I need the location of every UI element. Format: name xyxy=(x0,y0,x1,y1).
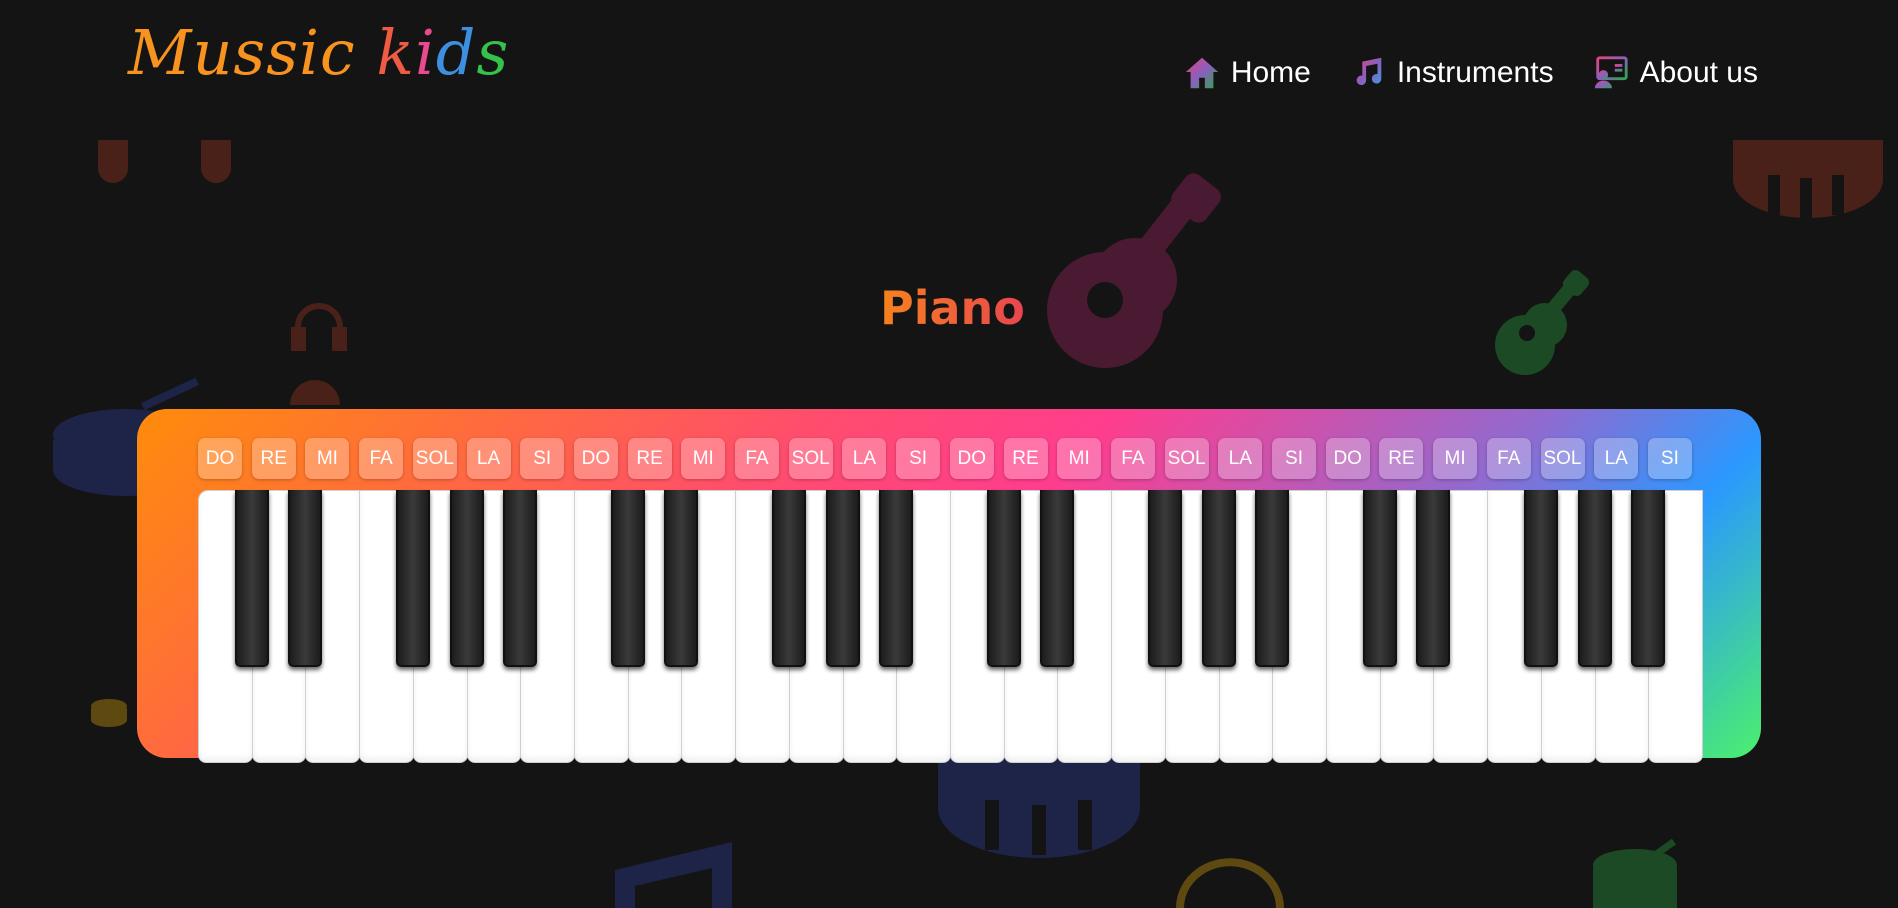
black-key[interactable] xyxy=(986,490,1021,667)
logo-letter: i xyxy=(299,16,320,89)
note-label-re[interactable]: RE xyxy=(627,438,672,479)
note-label-si[interactable]: SI xyxy=(1272,438,1316,479)
black-key[interactable] xyxy=(449,490,484,667)
nav-instruments[interactable]: Instruments xyxy=(1349,54,1554,92)
note-label-la[interactable]: LA xyxy=(466,438,511,479)
note-label-sol[interactable]: SOL xyxy=(412,438,457,479)
logo-letter: i xyxy=(414,16,436,89)
note-label-do[interactable]: DO xyxy=(198,438,242,479)
logo-letter: M xyxy=(128,16,193,89)
black-key[interactable] xyxy=(1362,490,1397,667)
note-icon xyxy=(615,842,732,908)
note-label-do[interactable]: DO xyxy=(1325,438,1370,479)
note-label-fa[interactable]: FA xyxy=(359,438,404,479)
black-key[interactable] xyxy=(879,490,914,667)
black-key[interactable] xyxy=(234,490,269,667)
note-label-mi[interactable]: MI xyxy=(681,438,726,479)
about-us-icon xyxy=(1594,56,1628,89)
black-key[interactable] xyxy=(1631,490,1666,667)
drum-icon xyxy=(98,140,231,183)
note-label-mi[interactable]: MI xyxy=(305,438,350,479)
note-label-sol[interactable]: SOL xyxy=(788,438,833,479)
logo-letter xyxy=(356,22,377,84)
note-label-la[interactable]: LA xyxy=(842,438,887,479)
drum-icon xyxy=(938,758,1140,858)
nav-about-us-label: About us xyxy=(1639,56,1758,89)
headphones-icon xyxy=(291,303,347,351)
page-title: Piano xyxy=(880,281,1025,335)
black-key[interactable] xyxy=(664,490,699,667)
note-label-la[interactable]: LA xyxy=(1218,438,1263,479)
logo-letter: u xyxy=(192,16,234,89)
note-label-do[interactable]: DO xyxy=(949,438,994,479)
guitar-icon xyxy=(1495,269,1590,375)
black-key[interactable] xyxy=(1147,490,1182,667)
black-key[interactable] xyxy=(771,490,806,667)
black-key[interactable] xyxy=(1416,490,1451,667)
drum-icon xyxy=(1733,140,1883,218)
note-label-la[interactable]: LA xyxy=(1594,438,1639,479)
black-key[interactable] xyxy=(1040,490,1075,667)
logo-letter: s xyxy=(476,16,510,89)
note-label-mi[interactable]: MI xyxy=(1433,438,1478,479)
logo-letter: s xyxy=(266,16,300,89)
logo-letter: k xyxy=(376,16,415,89)
black-key[interactable] xyxy=(395,490,430,667)
site-header: Mussic kids Home Instruments About us xyxy=(0,0,1898,110)
black-key[interactable] xyxy=(1523,490,1558,667)
logo-letter: c xyxy=(319,16,356,89)
black-key[interactable] xyxy=(1577,490,1612,667)
nav-about-us[interactable]: About us xyxy=(1592,54,1758,92)
note-label-re[interactable]: RE xyxy=(251,438,296,479)
black-key[interactable] xyxy=(1201,490,1236,667)
drum-icon xyxy=(290,380,340,405)
note-label-re[interactable]: RE xyxy=(1379,438,1424,479)
drum-icon xyxy=(91,699,127,727)
note-label-si[interactable]: SI xyxy=(1647,438,1692,479)
logo-letter: d xyxy=(435,16,477,89)
black-key[interactable] xyxy=(1255,490,1290,667)
drum-icon xyxy=(1176,858,1284,908)
note-label-si[interactable]: SI xyxy=(896,438,941,479)
black-key[interactable] xyxy=(503,490,538,667)
guitar-icon xyxy=(1047,173,1221,368)
drum-icon xyxy=(1593,838,1677,908)
home-icon xyxy=(1185,57,1218,89)
logo[interactable]: Mussic kids xyxy=(128,22,509,84)
main-nav: Home Instruments About us xyxy=(1183,54,1758,92)
note-label-fa[interactable]: FA xyxy=(1110,438,1155,479)
nav-home-label: Home xyxy=(1230,56,1311,89)
black-key[interactable] xyxy=(610,490,645,667)
piano-keyboard xyxy=(198,490,1703,763)
note-label-mi[interactable]: MI xyxy=(1057,438,1102,479)
music-note-icon xyxy=(1356,57,1382,86)
note-label-fa[interactable]: FA xyxy=(735,438,779,479)
nav-home[interactable]: Home xyxy=(1183,54,1311,92)
logo-letter: s xyxy=(233,16,267,89)
black-key[interactable] xyxy=(825,490,860,667)
note-label-do[interactable]: DO xyxy=(573,438,618,479)
note-label-sol[interactable]: SOL xyxy=(1540,438,1585,479)
note-label-si[interactable]: SI xyxy=(520,438,565,479)
black-key[interactable] xyxy=(288,490,323,667)
nav-instruments-label: Instruments xyxy=(1396,56,1554,89)
note-label-re[interactable]: RE xyxy=(1003,438,1048,479)
note-label-fa[interactable]: FA xyxy=(1486,438,1531,479)
note-label-sol[interactable]: SOL xyxy=(1164,438,1209,479)
